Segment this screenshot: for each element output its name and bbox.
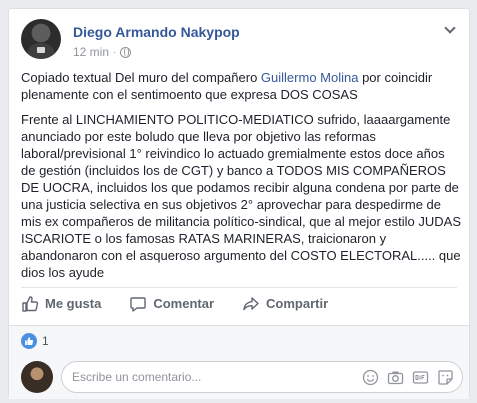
comment-box [61, 361, 463, 393]
comment-button[interactable]: Comentar [129, 295, 214, 313]
like-icon[interactable] [21, 332, 37, 349]
globe-icon[interactable] [120, 46, 132, 58]
intro-prefix: Copiado textual Del muro del compañero [21, 70, 261, 85]
share-icon [243, 296, 259, 310]
comment-icon [130, 296, 147, 312]
camera-icon[interactable] [387, 369, 404, 386]
chevron-down-icon[interactable] [443, 23, 457, 37]
like-label: Me gusta [45, 296, 102, 311]
share-label: Compartir [266, 296, 329, 311]
post-text: Copiado textual Del muro del compañero G… [21, 69, 461, 289]
sticker-icon[interactable] [437, 369, 454, 386]
post-header: Diego Armando Nakypop 12 min · [21, 19, 457, 61]
thumbs-up-icon [22, 295, 39, 312]
comment-input[interactable] [72, 370, 342, 384]
author-avatar[interactable] [21, 19, 61, 59]
comment-label: Comentar [153, 296, 215, 311]
smiley-icon[interactable] [362, 369, 379, 386]
gif-icon[interactable] [412, 369, 429, 386]
current-user-avatar [21, 361, 53, 393]
avatar-badge [37, 47, 45, 53]
like-button[interactable]: Me gusta [21, 295, 101, 313]
post-body: Frente al LINCHAMIENTO POLITICO-MEDIATIC… [21, 112, 462, 280]
action-bar: Me gusta Comentar Compartir [21, 287, 457, 319]
reactions-bar: 1 [9, 325, 469, 355]
post-timestamp[interactable]: 12 min [73, 45, 109, 59]
post-intro: Copiado textual Del muro del compañero G… [21, 69, 461, 103]
mentioned-user-link[interactable]: Guillermo Molina [261, 70, 359, 85]
reaction-count[interactable]: 1 [42, 334, 49, 348]
post-card: Diego Armando Nakypop 12 min · Copiado t… [8, 8, 470, 399]
meta-separator: · [113, 46, 117, 58]
author-name[interactable]: Diego Armando Nakypop [73, 24, 240, 40]
comment-icons [362, 369, 454, 386]
comment-composer [9, 355, 469, 399]
share-button[interactable]: Compartir [242, 295, 328, 313]
post-meta: 12 min · [73, 45, 132, 59]
